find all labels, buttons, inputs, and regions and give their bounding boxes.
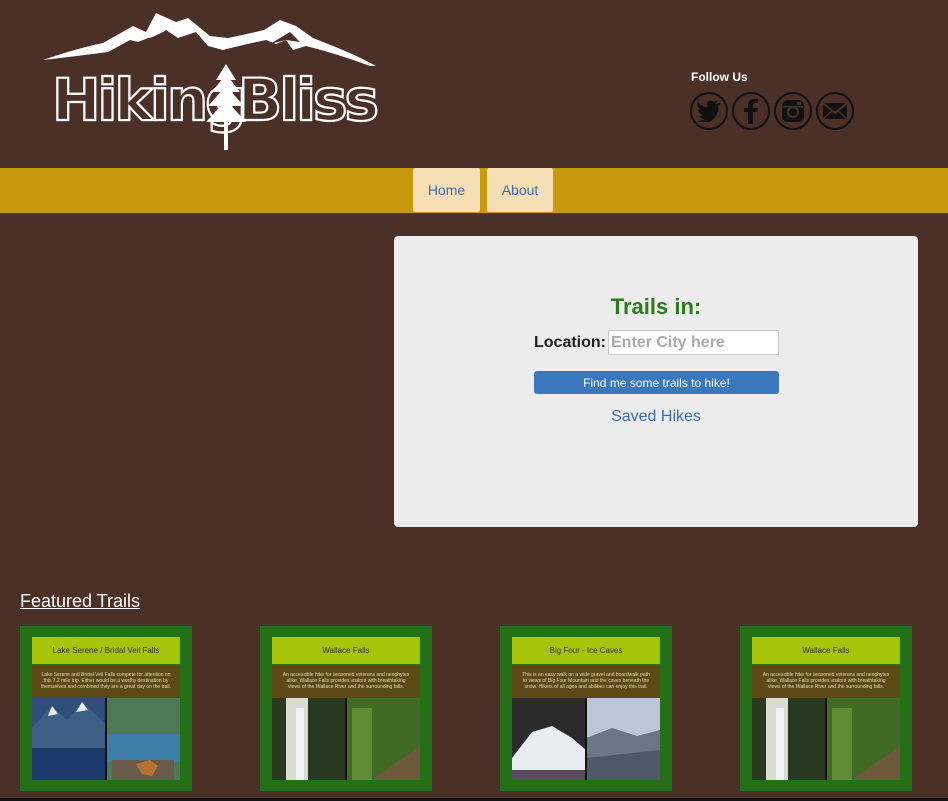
- follow-us-label: Follow Us: [691, 70, 748, 84]
- nav-home-link[interactable]: Home: [413, 168, 480, 212]
- trail-card-title: Wallace Falls: [272, 637, 420, 664]
- nav-about-link[interactable]: About: [487, 168, 553, 212]
- location-input[interactable]: [608, 330, 779, 355]
- trail-card-photo: [272, 698, 420, 780]
- trail-card[interactable]: Lake Serene / Bridal Veil Falls Lake Ser…: [20, 626, 192, 791]
- facebook-icon[interactable]: [732, 92, 770, 130]
- trails-in-heading: Trails in:: [610, 294, 702, 319]
- location-label: Location:: [534, 334, 606, 351]
- hiking-bliss-logo[interactable]: Hiking Bliss: [38, 8, 383, 158]
- trail-card[interactable]: Wallace Falls An accessible hike for sea…: [260, 626, 432, 791]
- trail-card-description: This is an easy walk on a wide gravel an…: [512, 666, 660, 698]
- trail-card-title: Lake Serene / Bridal Veil Falls: [32, 637, 180, 664]
- trail-card-description: An accessible hike for seasoned veterans…: [272, 666, 420, 698]
- saved-hikes-link[interactable]: Saved Hikes: [394, 408, 918, 426]
- trail-card-description: An accessible hike for seasoned veterans…: [752, 666, 900, 698]
- find-trails-button[interactable]: Find me some trails to hike!: [534, 371, 779, 394]
- trail-card-title: Wallace Falls: [752, 637, 900, 664]
- trail-card-title: Big Four - Ice Caves: [512, 637, 660, 664]
- instagram-icon[interactable]: [774, 92, 812, 130]
- twitter-icon[interactable]: [690, 92, 728, 130]
- main-navbar: Home About: [0, 168, 948, 213]
- trail-card-photo: [752, 698, 900, 780]
- trail-card-photo: [512, 698, 660, 780]
- trail-search-panel: Trails in: Location: Find me some trails…: [394, 236, 918, 527]
- trail-card[interactable]: Big Four - Ice Caves This is an easy wal…: [500, 626, 672, 791]
- svg-text:Bliss: Bliss: [238, 66, 376, 134]
- trail-card-photo: [32, 698, 180, 780]
- social-follow: Follow Us: [690, 70, 854, 130]
- featured-trails-heading: Featured Trails: [20, 591, 141, 611]
- social-icons: [690, 92, 854, 130]
- trail-card[interactable]: Wallace Falls An accessible hike for sea…: [740, 626, 912, 791]
- logo-graphic: Hiking Bliss: [43, 13, 381, 150]
- email-icon[interactable]: [816, 92, 854, 130]
- trail-card-description: Lake Serene and Bridal Veil Falls compet…: [32, 666, 180, 698]
